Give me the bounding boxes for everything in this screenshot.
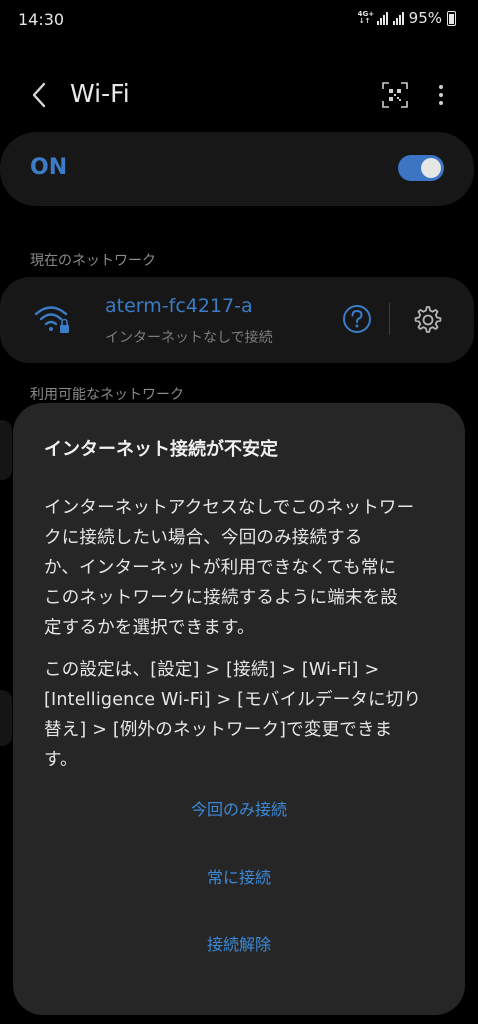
dialog-body-line: す。 [44,750,78,770]
network-type-label: 4G+ [357,10,375,18]
unstable-connection-dialog: インターネット接続が不安定 インターネットアクセスなしでこのネットワー クに接続… [13,403,465,1015]
signal-icon [376,11,388,25]
behind-list-item [0,690,12,746]
app-header: Wi-Fi [0,70,478,120]
connect-once-button[interactable]: 今回のみ接続 [13,796,465,820]
behind-list-item [0,420,12,480]
status-time: 14:30 [18,10,65,29]
dialog-body-line: インターネットアクセスなしでこのネットワー [44,498,415,518]
wifi-switch-label: ON [30,155,68,180]
always-connect-button[interactable]: 常に接続 [13,864,465,888]
current-network-item[interactable]: aterm-fc4217-a インターネットなしで接続 [0,277,474,363]
status-icons: 4G+ ↓↑ 95% [358,9,456,27]
dialog-title: インターネット接続が不安定 [44,439,278,460]
dialog-body-line: 定するかを選択できます。 [44,618,255,638]
network-type-indicator: 4G+ ↓↑ [357,10,375,25]
dialog-body-paragraph-1: インターネットアクセスなしでこのネットワー クに接続したい場合、今回のみ接続する… [44,493,424,643]
help-icon[interactable] [342,304,372,334]
wifi-toggle-switch[interactable] [398,155,444,181]
divider [389,303,390,335]
wifi-lock-icon [34,306,69,333]
battery-icon [447,10,456,26]
signal-icon-2 [392,11,404,25]
back-arrow-icon[interactable] [26,80,56,110]
network-status: インターネットなしで接続 [105,330,273,346]
qr-code-scan-icon[interactable] [382,82,408,108]
wifi-master-switch-row[interactable]: ON [0,132,474,206]
available-networks-section-label: 利用可能なネットワーク [30,387,184,403]
dialog-body-line: このネットワークに接続するように端末を設 [44,588,398,608]
dialog-body-paragraph-2: この設定は、[設定] > [接続] > [Wi-Fi] > [Intellige… [44,655,424,775]
network-name: aterm-fc4217-a [105,295,253,317]
current-network-section-label: 現在のネットワーク [30,253,156,269]
dialog-body-line: この設定は、[設定] > [接続] > [Wi-Fi] > [44,660,380,680]
dialog-body-line: クに接続したい場合、今回のみ接続する [44,528,363,548]
status-bar: 14:30 4G+ ↓↑ 95% [0,0,478,40]
disconnect-button[interactable]: 接続解除 [13,931,465,955]
battery-percent: 95% [408,9,442,27]
screen: { "status_bar": { "time": "14:30", "netw… [0,0,478,1024]
dialog-body-line: 替え] > [例外のネットワーク]で変更できま [44,720,393,740]
page-title: Wi-Fi [70,79,130,108]
dialog-body-line: か、インターネットが利用できなくても常に [44,558,397,578]
dialog-body-line: [Intelligence Wi-Fi] > [モバイルデータに切り [44,690,422,710]
settings-gear-icon[interactable] [412,304,444,336]
more-vertical-icon[interactable] [432,82,450,108]
